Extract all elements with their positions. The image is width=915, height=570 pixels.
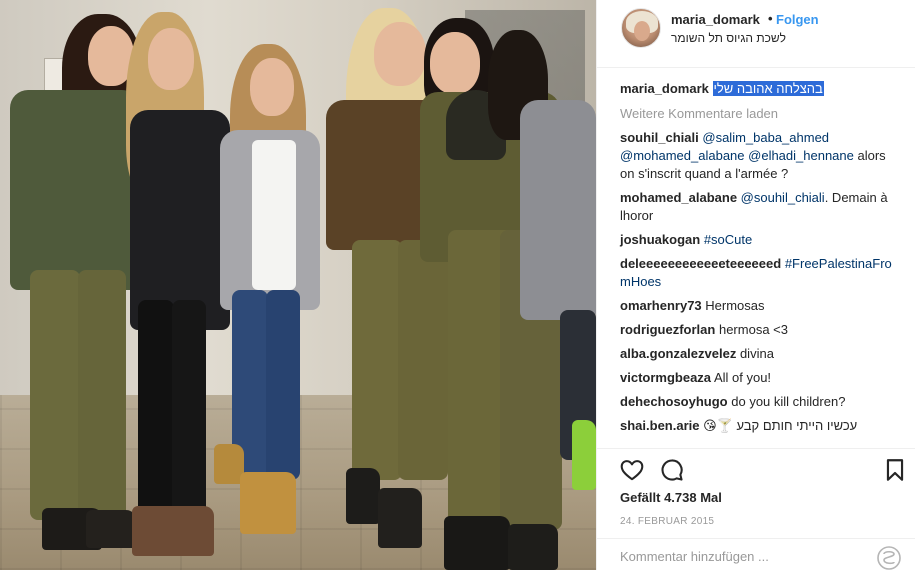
list-item: rodriguezforlan hermosa <3: [620, 321, 900, 339]
post-date: 24. FEBRUAR 2015: [620, 516, 715, 527]
comment-text: עכשיו הייתי חותם קבע 🍸😘: [703, 418, 858, 433]
separator-dot: •: [768, 11, 773, 26]
comment-username[interactable]: victormgbeaza: [620, 370, 711, 385]
list-item: joshuakogan #soCute: [620, 231, 900, 249]
comment-bubble-icon[interactable]: [659, 457, 687, 485]
comments-list[interactable]: maria_domark בהצלחה אהובה שלי Weitere Ko…: [597, 68, 915, 448]
list-item: mohamed_alabane @souhil_chiali. Demain à…: [620, 189, 900, 225]
comment-mention[interactable]: @mohamed_alabane: [620, 148, 745, 163]
list-item: shai.ben.arie עכשיו הייתי חותם קבע 🍸😘: [620, 417, 900, 435]
comment-username[interactable]: dehechosoyhugo: [620, 394, 728, 409]
list-item: souhil_chiali @salim_baba_ahmed @mohamed…: [620, 129, 900, 183]
bookmark-icon[interactable]: [883, 457, 911, 485]
list-item: dehechosoyhugo do you kill children?: [620, 393, 900, 411]
list-item: omarhenry73 Hermosas: [620, 297, 900, 315]
post-actions-bar: [597, 448, 915, 488]
comment-username[interactable]: mohamed_alabane: [620, 190, 737, 205]
author-username[interactable]: maria_domark: [671, 12, 760, 27]
comment-text: All of you!: [713, 370, 772, 385]
comment-hashtag[interactable]: #soCute: [704, 232, 752, 247]
comment-mention[interactable]: @souhil_chiali: [741, 190, 825, 205]
comment-text: do you kill children?: [731, 394, 846, 409]
caption-username[interactable]: maria_domark: [620, 81, 709, 96]
post-header: maria_domark • Folgen לשכת הגיוס תל השומ…: [597, 0, 915, 68]
load-more-comments-button[interactable]: Weitere Kommentare laden: [620, 106, 915, 121]
caption-text: בהצלחה אהובה שלי: [712, 81, 824, 96]
list-item: alba.gonzalezvelez divina: [620, 345, 900, 363]
comment-username[interactable]: omarhenry73: [620, 298, 702, 313]
add-comment-bar: [597, 538, 915, 570]
comment-mention[interactable]: @elhadi_hennane: [748, 148, 854, 163]
follow-button[interactable]: Folgen: [776, 12, 819, 27]
comment-mention[interactable]: @salim_baba_ahmed: [702, 130, 829, 145]
avatar[interactable]: [621, 8, 661, 48]
comment-text: hermosa <3: [718, 322, 788, 337]
heart-icon[interactable]: [619, 457, 647, 485]
comment-text: divina: [739, 346, 774, 361]
comment-username[interactable]: deleeeeeeeeeeeeteeeeeed: [620, 256, 781, 271]
comment-username[interactable]: souhil_chiali: [620, 130, 699, 145]
post-photo[interactable]: [0, 0, 596, 570]
list-item: deleeeeeeeeeeeeteeeeeed #FreePalestinaFr…: [620, 255, 900, 291]
list-item: victormgbeaza All of you!: [620, 369, 900, 387]
comment-username[interactable]: joshuakogan: [620, 232, 700, 247]
likes-count[interactable]: Gefällt 4.738 Mal: [620, 490, 722, 505]
post-caption: maria_domark בהצלחה אהובה שלי: [620, 80, 900, 98]
comment-text: Hermosas: [705, 298, 765, 313]
options-icon[interactable]: [876, 545, 902, 570]
comment-input[interactable]: [620, 549, 870, 564]
post-sidebar: maria_domark • Folgen לשכת הגיוס תל השומ…: [596, 0, 915, 570]
location-link[interactable]: לשכת הגיוס תל השומר: [671, 31, 786, 45]
comment-username[interactable]: rodriguezforlan: [620, 322, 715, 337]
comment-username[interactable]: shai.ben.arie: [620, 418, 699, 433]
comment-username[interactable]: alba.gonzalezvelez: [620, 346, 736, 361]
